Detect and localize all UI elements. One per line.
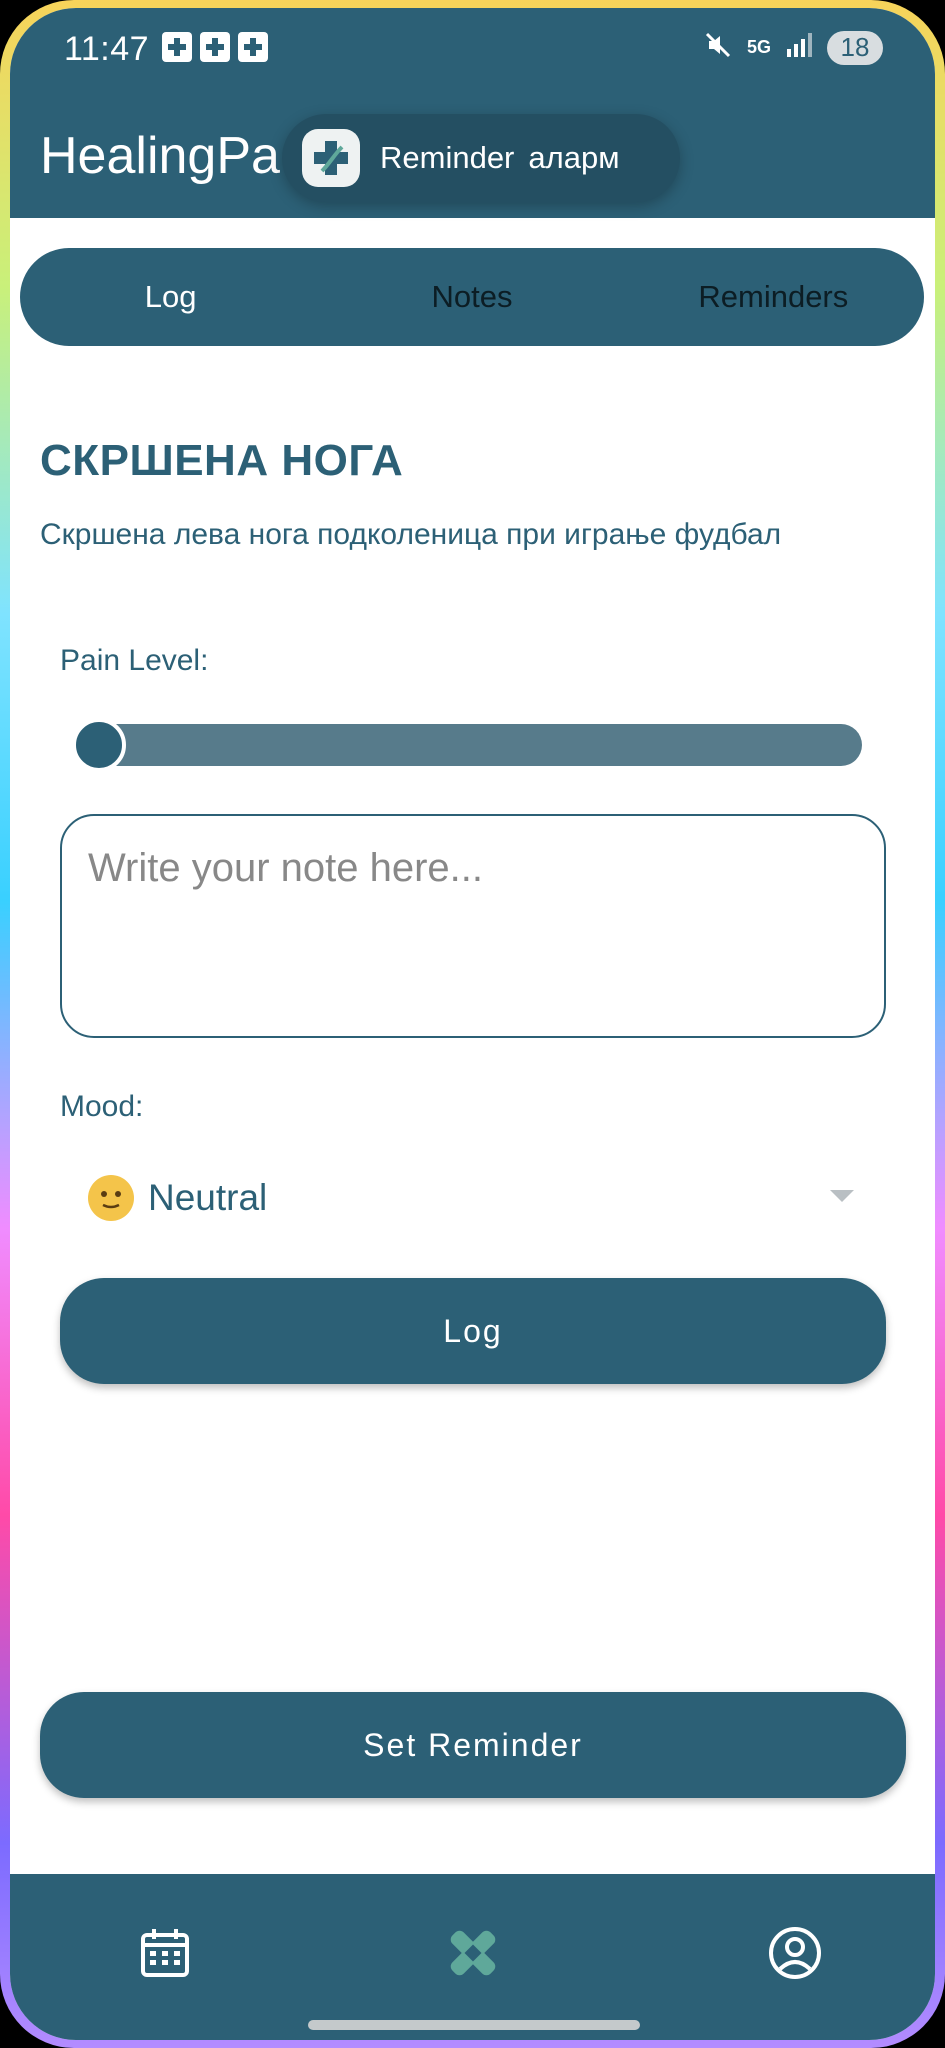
- top-app-bar: 11:47 5G 18 HealingPa Reminder аларм: [10, 8, 935, 218]
- status-system-icons: 5G 18: [703, 30, 883, 65]
- pain-level-label: Pain Level:: [60, 644, 209, 677]
- battery-indicator: 18: [827, 30, 883, 65]
- signal-icon: [785, 31, 813, 64]
- tab-log[interactable]: Log: [20, 279, 321, 315]
- set-reminder-button[interactable]: Set Reminder: [40, 1692, 906, 1798]
- mood-label: Mood:: [60, 1090, 144, 1123]
- home-indicator[interactable]: [308, 2020, 640, 2030]
- calendar-icon[interactable]: [136, 1924, 194, 1982]
- app-notification-icon: [238, 32, 268, 62]
- toast-subtitle: аларм: [528, 140, 620, 175]
- mood-dropdown[interactable]: Neutral: [88, 1168, 864, 1228]
- status-notification-icons: [162, 32, 268, 62]
- tab-notes[interactable]: Notes: [321, 279, 622, 315]
- mood-selected: Neutral: [148, 1177, 268, 1218]
- status-time: 11:47: [64, 30, 150, 68]
- mute-icon: [703, 30, 733, 65]
- tab-reminders[interactable]: Reminders: [623, 279, 924, 315]
- bandage-icon[interactable]: [444, 1924, 502, 1982]
- slider-thumb[interactable]: [72, 718, 126, 772]
- app-notification-icon: [162, 32, 192, 62]
- injury-title: СКРШЕНА НОГА: [40, 436, 404, 485]
- app-notification-icon: [200, 32, 230, 62]
- toast-title: Reminder: [380, 140, 515, 175]
- profile-icon[interactable]: [766, 1924, 824, 1982]
- screen: 11:47 5G 18 HealingPa Reminder аларм Log…: [10, 8, 935, 2040]
- log-button[interactable]: Log: [60, 1278, 886, 1384]
- injury-description: Скршена лева нога подколеница при играње…: [40, 518, 782, 551]
- network-label: 5G: [746, 37, 771, 57]
- chevron-down-icon: [830, 1190, 854, 1202]
- app-title: HealingPa: [40, 127, 280, 185]
- device-frame: 11:47 5G 18 HealingPa Reminder аларм Log…: [0, 0, 945, 2048]
- bottom-navigation: [10, 1874, 935, 2040]
- tab-bar: Log Notes Reminders: [20, 248, 924, 346]
- note-input[interactable]: [88, 846, 858, 1006]
- pain-level-slider[interactable]: [72, 718, 862, 772]
- app-logo-icon: [302, 129, 360, 187]
- neutral-face-icon: [88, 1175, 134, 1221]
- reminder-toast[interactable]: Reminder аларм: [282, 114, 680, 202]
- note-field[interactable]: [60, 814, 886, 1038]
